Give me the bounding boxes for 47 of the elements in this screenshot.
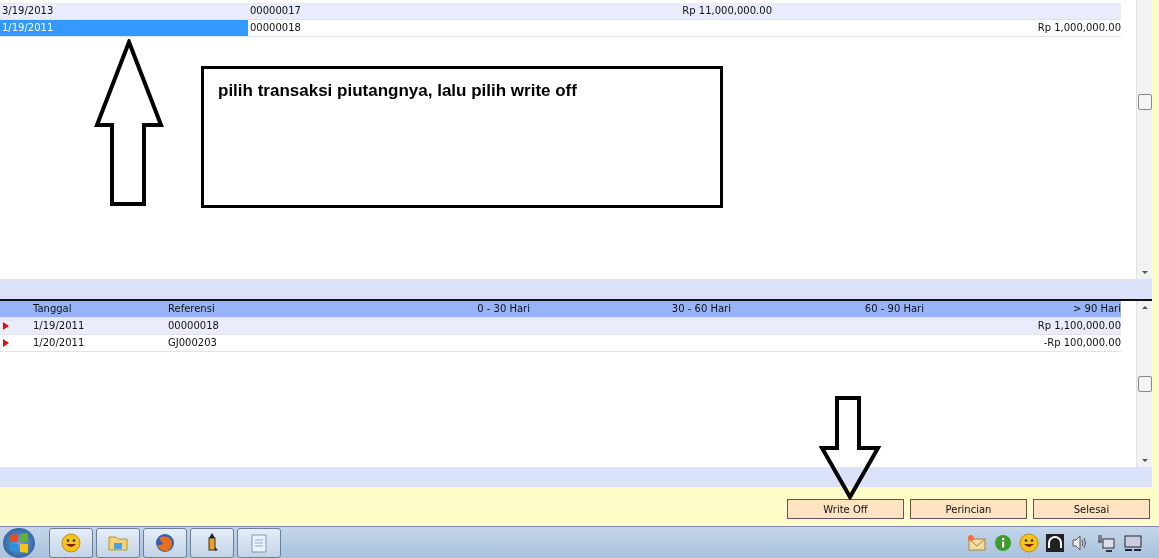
- table-cell-text: 1/20/2011: [33, 335, 86, 350]
- table-cell-text: Rp 1,100,000.00: [1036, 318, 1121, 333]
- taskbar-button[interactable]: [190, 527, 234, 558]
- notepad-icon: [250, 532, 268, 553]
- table-cell-text: GJ000203: [168, 335, 218, 350]
- start-button[interactable]: [3, 527, 35, 558]
- table-cell-text: Rp 11,000,000.00: [681, 4, 772, 18]
- monitor-icon[interactable]: [1123, 533, 1143, 552]
- table-cell-text: 00000017: [249, 4, 302, 18]
- globe-icon: [155, 532, 175, 553]
- speaker-icon[interactable]: [1071, 533, 1089, 552]
- info-icon[interactable]: [994, 533, 1012, 552]
- taskbar-button[interactable]: [96, 527, 140, 558]
- envelope-icon[interactable]: [967, 534, 987, 551]
- scroll-thumb[interactable]: [1137, 376, 1152, 393]
- column-header[interactable]: 60 - 90 Hari: [731, 300, 924, 317]
- table-cell-text: 00000018: [249, 21, 302, 35]
- scroll-thumb[interactable]: [1137, 94, 1152, 110]
- column-header[interactable]: Referensi: [168, 300, 298, 317]
- scrollbar[interactable]: [1136, 300, 1152, 468]
- taskbar-button[interactable]: [143, 527, 187, 558]
- table-cell-text: -Rp 100,000.00: [1042, 335, 1121, 350]
- smiley-icon[interactable]: [1019, 532, 1039, 553]
- column-header[interactable]: 30 - 60 Hari: [530, 300, 731, 317]
- windows-logo-icon: [7, 530, 31, 555]
- column-header[interactable]: Tanggal: [33, 300, 168, 317]
- table-cell[interactable]: 3/19/2013: [0, 3, 248, 19]
- action-button[interactable]: Write Off: [787, 499, 904, 520]
- column-header[interactable]: 0 - 30 Hari: [298, 300, 530, 317]
- table-cell-text: 00000018: [168, 318, 220, 333]
- smiley-icon: [61, 532, 81, 553]
- headphones-icon[interactable]: [1046, 533, 1064, 552]
- table-cell-text: 1/19/2011: [33, 318, 86, 333]
- scroll-up-icon[interactable]: [1141, 305, 1148, 309]
- column-header[interactable]: > 90 Hari: [924, 300, 1121, 317]
- network-icon[interactable]: [1096, 533, 1116, 552]
- action-button[interactable]: Perincian: [910, 499, 1027, 520]
- scroll-down-icon[interactable]: [1141, 459, 1148, 463]
- action-button[interactable]: Selesai: [1033, 499, 1150, 520]
- pencil-icon: [205, 532, 219, 553]
- taskbar-button[interactable]: [49, 527, 93, 558]
- scroll-down-icon[interactable]: [1141, 270, 1148, 274]
- taskbar-button[interactable]: [237, 527, 281, 558]
- scrollbar[interactable]: [1136, 0, 1152, 279]
- folder-icon: [108, 533, 128, 552]
- callout-text: pilih transaksi piutangnya, lalu pilih write off: [218, 81, 577, 100]
- table-cell-text: Rp 1,000,000.00: [1036, 21, 1121, 35]
